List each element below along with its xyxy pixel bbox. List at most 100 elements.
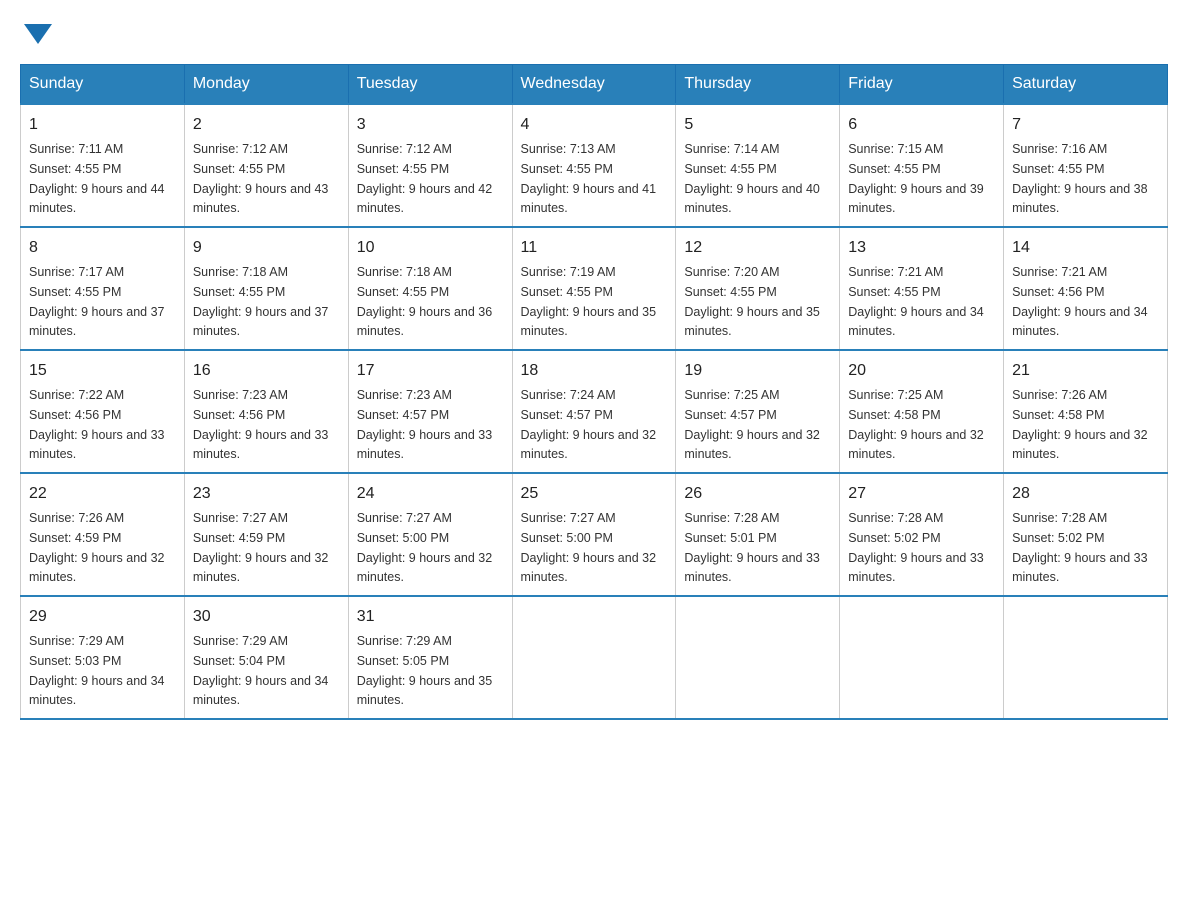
page-header [20,20,1168,44]
day-number: 29 [29,605,176,629]
day-info: Sunrise: 7:29 AMSunset: 5:03 PMDaylight:… [29,634,165,707]
day-number: 20 [848,359,995,383]
calendar-cell: 23 Sunrise: 7:27 AMSunset: 4:59 PMDaylig… [184,473,348,596]
calendar-cell: 10 Sunrise: 7:18 AMSunset: 4:55 PMDaylig… [348,227,512,350]
calendar-cell [676,596,840,719]
day-info: Sunrise: 7:22 AMSunset: 4:56 PMDaylight:… [29,388,165,461]
calendar-week-row: 1 Sunrise: 7:11 AMSunset: 4:55 PMDayligh… [21,104,1168,227]
day-info: Sunrise: 7:29 AMSunset: 5:05 PMDaylight:… [357,634,493,707]
calendar-cell: 1 Sunrise: 7:11 AMSunset: 4:55 PMDayligh… [21,104,185,227]
calendar-cell: 19 Sunrise: 7:25 AMSunset: 4:57 PMDaylig… [676,350,840,473]
calendar-cell: 24 Sunrise: 7:27 AMSunset: 5:00 PMDaylig… [348,473,512,596]
day-number: 7 [1012,113,1159,137]
day-info: Sunrise: 7:29 AMSunset: 5:04 PMDaylight:… [193,634,329,707]
calendar-header-sunday: Sunday [21,65,185,105]
calendar-cell: 18 Sunrise: 7:24 AMSunset: 4:57 PMDaylig… [512,350,676,473]
calendar-table: SundayMondayTuesdayWednesdayThursdayFrid… [20,64,1168,720]
calendar-week-row: 22 Sunrise: 7:26 AMSunset: 4:59 PMDaylig… [21,473,1168,596]
day-info: Sunrise: 7:12 AMSunset: 4:55 PMDaylight:… [193,142,329,215]
day-number: 13 [848,236,995,260]
day-number: 14 [1012,236,1159,260]
logo-block [20,20,52,44]
calendar-cell: 30 Sunrise: 7:29 AMSunset: 5:04 PMDaylig… [184,596,348,719]
day-number: 19 [684,359,831,383]
day-number: 24 [357,482,504,506]
calendar-cell: 5 Sunrise: 7:14 AMSunset: 4:55 PMDayligh… [676,104,840,227]
day-info: Sunrise: 7:28 AMSunset: 5:02 PMDaylight:… [848,511,984,584]
calendar-header-monday: Monday [184,65,348,105]
calendar-cell: 2 Sunrise: 7:12 AMSunset: 4:55 PMDayligh… [184,104,348,227]
calendar-cell: 9 Sunrise: 7:18 AMSunset: 4:55 PMDayligh… [184,227,348,350]
calendar-cell: 13 Sunrise: 7:21 AMSunset: 4:55 PMDaylig… [840,227,1004,350]
day-number: 9 [193,236,340,260]
calendar-cell: 17 Sunrise: 7:23 AMSunset: 4:57 PMDaylig… [348,350,512,473]
day-info: Sunrise: 7:13 AMSunset: 4:55 PMDaylight:… [521,142,657,215]
calendar-cell: 4 Sunrise: 7:13 AMSunset: 4:55 PMDayligh… [512,104,676,227]
day-number: 8 [29,236,176,260]
day-info: Sunrise: 7:21 AMSunset: 4:55 PMDaylight:… [848,265,984,338]
day-number: 23 [193,482,340,506]
calendar-cell: 22 Sunrise: 7:26 AMSunset: 4:59 PMDaylig… [21,473,185,596]
calendar-cell: 11 Sunrise: 7:19 AMSunset: 4:55 PMDaylig… [512,227,676,350]
logo-row1 [20,20,52,44]
day-number: 16 [193,359,340,383]
day-info: Sunrise: 7:23 AMSunset: 4:56 PMDaylight:… [193,388,329,461]
calendar-cell: 8 Sunrise: 7:17 AMSunset: 4:55 PMDayligh… [21,227,185,350]
day-number: 2 [193,113,340,137]
day-number: 6 [848,113,995,137]
calendar-cell [1004,596,1168,719]
calendar-cell: 15 Sunrise: 7:22 AMSunset: 4:56 PMDaylig… [21,350,185,473]
day-number: 17 [357,359,504,383]
calendar-cell [512,596,676,719]
day-info: Sunrise: 7:17 AMSunset: 4:55 PMDaylight:… [29,265,165,338]
day-info: Sunrise: 7:16 AMSunset: 4:55 PMDaylight:… [1012,142,1148,215]
day-number: 26 [684,482,831,506]
calendar-week-row: 29 Sunrise: 7:29 AMSunset: 5:03 PMDaylig… [21,596,1168,719]
day-number: 15 [29,359,176,383]
calendar-cell: 28 Sunrise: 7:28 AMSunset: 5:02 PMDaylig… [1004,473,1168,596]
day-info: Sunrise: 7:15 AMSunset: 4:55 PMDaylight:… [848,142,984,215]
day-info: Sunrise: 7:27 AMSunset: 5:00 PMDaylight:… [357,511,493,584]
day-number: 21 [1012,359,1159,383]
day-info: Sunrise: 7:25 AMSunset: 4:57 PMDaylight:… [684,388,820,461]
calendar-cell: 29 Sunrise: 7:29 AMSunset: 5:03 PMDaylig… [21,596,185,719]
day-info: Sunrise: 7:18 AMSunset: 4:55 PMDaylight:… [357,265,493,338]
calendar-cell: 12 Sunrise: 7:20 AMSunset: 4:55 PMDaylig… [676,227,840,350]
day-info: Sunrise: 7:21 AMSunset: 4:56 PMDaylight:… [1012,265,1148,338]
day-info: Sunrise: 7:19 AMSunset: 4:55 PMDaylight:… [521,265,657,338]
calendar-header-saturday: Saturday [1004,65,1168,105]
day-number: 3 [357,113,504,137]
day-info: Sunrise: 7:26 AMSunset: 4:58 PMDaylight:… [1012,388,1148,461]
calendar-cell: 7 Sunrise: 7:16 AMSunset: 4:55 PMDayligh… [1004,104,1168,227]
calendar-cell: 16 Sunrise: 7:23 AMSunset: 4:56 PMDaylig… [184,350,348,473]
day-info: Sunrise: 7:27 AMSunset: 4:59 PMDaylight:… [193,511,329,584]
day-info: Sunrise: 7:27 AMSunset: 5:00 PMDaylight:… [521,511,657,584]
day-info: Sunrise: 7:11 AMSunset: 4:55 PMDaylight:… [29,142,165,215]
day-number: 27 [848,482,995,506]
calendar-cell: 31 Sunrise: 7:29 AMSunset: 5:05 PMDaylig… [348,596,512,719]
day-info: Sunrise: 7:12 AMSunset: 4:55 PMDaylight:… [357,142,493,215]
calendar-header-thursday: Thursday [676,65,840,105]
day-number: 18 [521,359,668,383]
day-info: Sunrise: 7:23 AMSunset: 4:57 PMDaylight:… [357,388,493,461]
calendar-cell: 3 Sunrise: 7:12 AMSunset: 4:55 PMDayligh… [348,104,512,227]
calendar-cell: 14 Sunrise: 7:21 AMSunset: 4:56 PMDaylig… [1004,227,1168,350]
calendar-week-row: 15 Sunrise: 7:22 AMSunset: 4:56 PMDaylig… [21,350,1168,473]
calendar-cell: 6 Sunrise: 7:15 AMSunset: 4:55 PMDayligh… [840,104,1004,227]
day-info: Sunrise: 7:28 AMSunset: 5:02 PMDaylight:… [1012,511,1148,584]
logo-triangle-icon [24,24,52,44]
calendar-cell: 20 Sunrise: 7:25 AMSunset: 4:58 PMDaylig… [840,350,1004,473]
day-info: Sunrise: 7:24 AMSunset: 4:57 PMDaylight:… [521,388,657,461]
calendar-header-friday: Friday [840,65,1004,105]
day-number: 5 [684,113,831,137]
day-info: Sunrise: 7:28 AMSunset: 5:01 PMDaylight:… [684,511,820,584]
calendar-cell [840,596,1004,719]
day-info: Sunrise: 7:20 AMSunset: 4:55 PMDaylight:… [684,265,820,338]
day-info: Sunrise: 7:26 AMSunset: 4:59 PMDaylight:… [29,511,165,584]
day-info: Sunrise: 7:18 AMSunset: 4:55 PMDaylight:… [193,265,329,338]
logo [20,20,52,44]
calendar-header-row: SundayMondayTuesdayWednesdayThursdayFrid… [21,65,1168,105]
day-number: 22 [29,482,176,506]
calendar-cell: 26 Sunrise: 7:28 AMSunset: 5:01 PMDaylig… [676,473,840,596]
calendar-header-wednesday: Wednesday [512,65,676,105]
